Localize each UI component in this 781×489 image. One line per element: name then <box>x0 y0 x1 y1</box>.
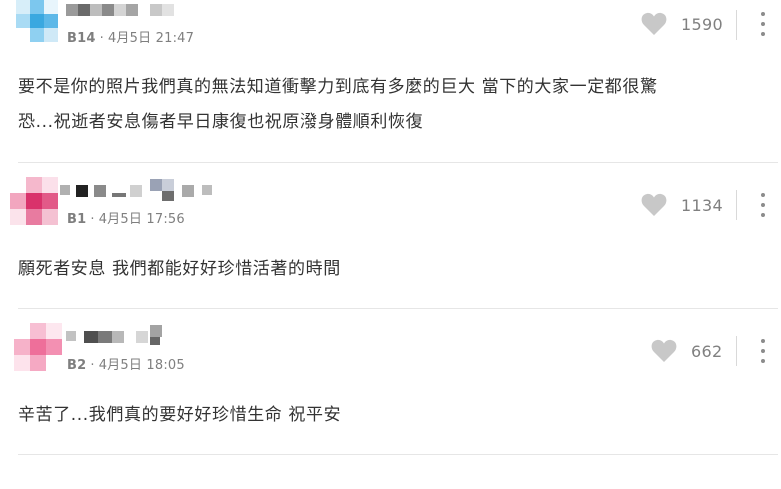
action-divider <box>736 190 737 220</box>
action-divider <box>736 336 737 366</box>
username-blurred[interactable] <box>60 179 220 201</box>
avatar[interactable] <box>10 177 60 227</box>
comment-list: B14 · 4月5日 21:47 1590 要不是你的照片我們真的無法知道衝擊力到底… <box>0 0 781 489</box>
heart-icon <box>641 12 667 35</box>
comment-item: B14 · 4月5日 21:47 1590 要不是你的照片我們真的無法知道衝擊力到底… <box>0 0 781 162</box>
comment-meta: B2 · 4月5日 18:05 <box>67 354 185 373</box>
comment-item: B2 · 4月5日 18:05 662 辛苦了...我們真的要好好珍惜生命 祝平安 <box>0 309 781 454</box>
meta-separator: · <box>90 212 95 227</box>
like-button[interactable]: 662 <box>651 339 722 363</box>
comment-item: B1 · 4月5日 17:56 1134 願死者安息 我們都能好好珍惜活著的時間 <box>0 163 781 308</box>
comment-divider <box>18 454 778 455</box>
comment-body: 願死者安息 我們都能好好珍惜活著的時間 <box>18 252 758 287</box>
comment-date: 4月5日 17:56 <box>98 212 185 227</box>
meta-separator: · <box>99 31 104 46</box>
like-count: 662 <box>691 341 723 361</box>
comment-date: 4月5日 21:47 <box>107 31 195 46</box>
comment-body-line: 恐...祝逝者安息傷者早日康復也祝原潑身體順利恢復 <box>18 112 424 132</box>
floor-number[interactable]: B1 <box>67 212 86 227</box>
floor-number[interactable]: B2 <box>67 358 86 373</box>
meta-separator: · <box>90 358 95 373</box>
heart-icon <box>651 339 677 362</box>
comment-body: 辛苦了...我們真的要好好珍惜生命 祝平安 <box>18 398 758 433</box>
action-divider <box>736 10 737 40</box>
more-vertical-icon <box>761 339 765 343</box>
more-options-button[interactable] <box>756 193 770 219</box>
like-button[interactable]: 1590 <box>641 12 723 36</box>
comment-body: 要不是你的照片我們真的無法知道衝擊力到底有多麼的巨大 當下的大家一定都很驚 恐.… <box>18 70 758 140</box>
comment-meta: B1 · 4月5日 17:56 <box>67 208 185 227</box>
avatar[interactable] <box>16 0 60 42</box>
floor-number[interactable]: B14 <box>67 31 96 46</box>
like-button[interactable]: 1134 <box>641 193 723 217</box>
more-vertical-icon <box>761 12 765 16</box>
comment-body-line: 要不是你的照片我們真的無法知道衝擊力到底有多麼的巨大 當下的大家一定都很驚 <box>18 77 658 97</box>
username-blurred[interactable] <box>66 4 186 18</box>
comment-meta: B14 · 4月5日 21:47 <box>67 27 194 46</box>
comment-body-line: 願死者安息 我們都能好好珍惜活著的時間 <box>18 259 341 279</box>
comment-body-line: 辛苦了...我們真的要好好珍惜生命 祝平安 <box>18 405 342 425</box>
more-options-button[interactable] <box>756 339 770 365</box>
heart-icon <box>641 193 667 216</box>
more-vertical-icon <box>761 193 765 197</box>
comment-date: 4月5日 18:05 <box>98 358 185 373</box>
like-count: 1134 <box>681 195 723 215</box>
avatar[interactable] <box>14 323 62 371</box>
username-blurred[interactable] <box>66 325 186 345</box>
more-options-button[interactable] <box>756 12 770 38</box>
like-count: 1590 <box>681 14 723 34</box>
